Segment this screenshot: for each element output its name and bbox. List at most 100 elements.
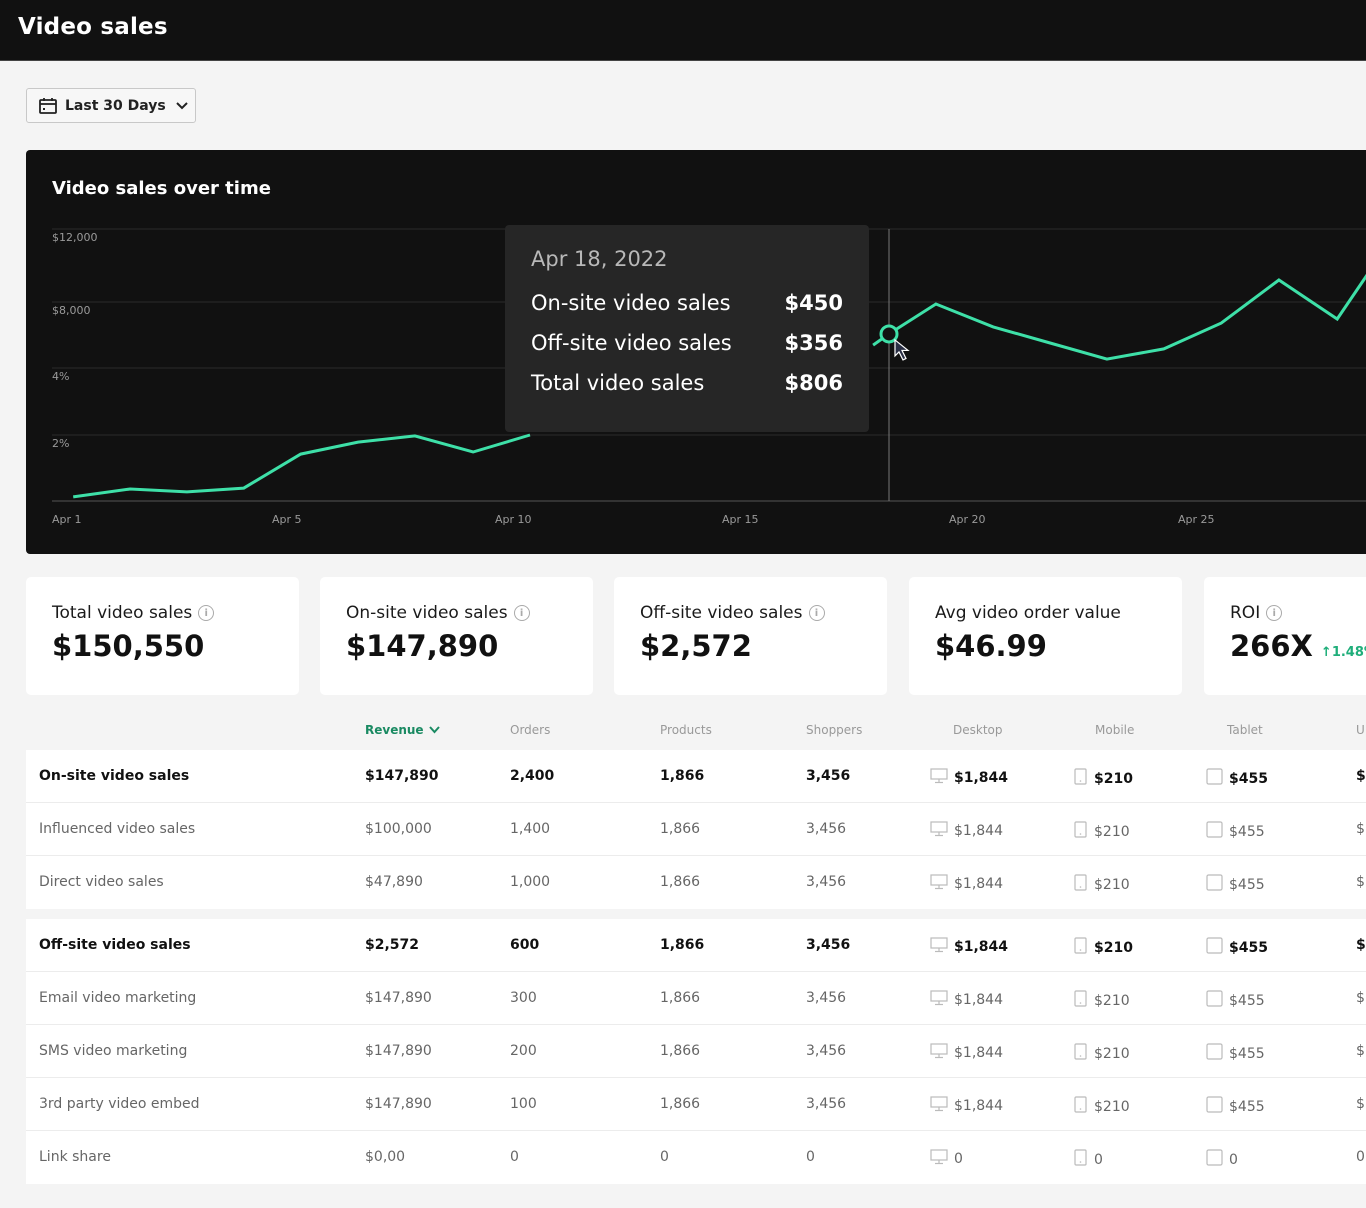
column-header-label: U [1356, 723, 1365, 737]
cell-desktop: $1,844 [930, 821, 1003, 841]
column-header-label: Mobile [1095, 723, 1135, 737]
tooltip-label: Total video sales [531, 371, 705, 395]
cell-desktop: $1,844 [930, 937, 1008, 957]
table-row[interactable]: SMS video marketing $147,890 200 1,866 3,456… [26, 1025, 1366, 1078]
row-name: 3rd party video embed [39, 1096, 200, 1112]
cell-value: $1 [1356, 1096, 1366, 1112]
desktop-icon [930, 821, 948, 841]
cell-tablet: $455 [1206, 1096, 1265, 1117]
table-group: On-site video sales $147,890 2,400 1,866 3,4… [26, 750, 1366, 909]
cell-mobile: 0 [1074, 1149, 1103, 1170]
cell-mobile: $210 [1074, 1096, 1130, 1117]
date-range-label: Last 30 Days [65, 97, 166, 114]
info-icon[interactable]: i [513, 605, 530, 621]
cell-value: $1 [1356, 768, 1366, 784]
cell-value: $1 [1356, 821, 1366, 837]
cell-value: 3,456 [806, 1096, 847, 1112]
mobile-icon [1074, 937, 1088, 958]
row-name: Direct video sales [39, 874, 164, 890]
cell-value: $455 [1229, 823, 1265, 840]
cell-value: 1,866 [660, 937, 705, 953]
column-header-mobile[interactable]: Mobile [1095, 723, 1134, 737]
column-header-shoppers[interactable]: Shoppers [806, 723, 862, 737]
tooltip-value: $356 [784, 331, 843, 355]
table-row[interactable]: 3rd party video embed $147,890 100 1,866 3,4… [26, 1078, 1366, 1131]
cell-shoppers: 3,456 [806, 1043, 846, 1059]
column-header-revenue[interactable]: Revenue [365, 723, 440, 737]
cell-products: 1,866 [660, 1096, 700, 1112]
cell-value: $210 [1094, 992, 1130, 1009]
x-tick-label: Apr 5 [272, 513, 302, 526]
cell-value: 0 [660, 1149, 669, 1165]
cell-value: 3,456 [806, 768, 851, 784]
cell-u: $1 [1356, 990, 1366, 1006]
table-row[interactable]: Direct video sales $47,890 1,000 1,866 3,456… [26, 856, 1366, 909]
cell-revenue: $147,890 [365, 1043, 432, 1059]
x-tick-label: Apr 10 [495, 513, 532, 526]
cell-value: 3,456 [806, 937, 851, 953]
column-header-u[interactable]: U [1356, 723, 1365, 737]
cell-value: 100 [510, 1096, 537, 1112]
cell-shoppers: 0 [806, 1149, 815, 1165]
page-title: Video sales [18, 14, 168, 40]
kpi-label: Off-site video sales [640, 603, 803, 623]
cell-value: 2,400 [510, 768, 555, 784]
tablet-icon [1206, 1149, 1223, 1170]
cell-tablet: $455 [1206, 874, 1265, 895]
column-header-orders[interactable]: Orders [510, 723, 550, 737]
info-icon[interactable]: i [198, 605, 215, 621]
cell-desktop: 0 [930, 1149, 963, 1169]
cell-value: 200 [510, 1043, 537, 1059]
cell-value: $210 [1094, 939, 1133, 956]
cell-products: 1,866 [660, 990, 700, 1006]
table-row[interactable]: Influenced video sales $100,000 1,400 1,866… [26, 803, 1366, 856]
kpi-label: On-site video sales [346, 603, 508, 623]
cell-shoppers: 3,456 [806, 937, 850, 953]
table-row[interactable]: Link share $0,00 0 0 0 0 0 0 0 [26, 1131, 1366, 1184]
cell-value: $455 [1229, 992, 1265, 1009]
table-row[interactable]: Email video marketing $147,890 300 1,866 3,4… [26, 972, 1366, 1025]
cell-value: $147,890 [365, 1043, 432, 1059]
cell-revenue: $100,000 [365, 821, 432, 837]
table-group: Off-site video sales $2,572 600 1,866 3,456 $… [26, 919, 1366, 1184]
column-header-products[interactable]: Products [660, 723, 712, 737]
cell-orders: 200 [510, 1043, 537, 1059]
cell-value: $1 [1356, 990, 1366, 1006]
cell-value: $1,844 [954, 1045, 1003, 1061]
calendar-icon [39, 97, 57, 114]
table-row[interactable]: On-site video sales $147,890 2,400 1,866 3,4… [26, 750, 1366, 803]
tooltip-label: Off-site video sales [531, 331, 732, 355]
cell-mobile: $210 [1074, 1043, 1130, 1064]
cell-value: $455 [1229, 1098, 1265, 1115]
cell-desktop: $1,844 [930, 768, 1008, 788]
cell-value: $2,572 [365, 937, 420, 953]
date-range-dropdown[interactable]: Last 30 Days [26, 88, 196, 123]
row-name: Email video marketing [39, 990, 197, 1006]
cell-orders: 1,000 [510, 874, 550, 890]
cell-u: $1 [1356, 1096, 1366, 1112]
desktop-icon [930, 874, 948, 894]
table-row[interactable]: Off-site video sales $2,572 600 1,866 3,456 $… [26, 919, 1366, 972]
cell-value: $1,844 [954, 876, 1003, 892]
cell-value: $147,890 [365, 1096, 432, 1112]
cell-orders: 1,400 [510, 821, 550, 837]
table-header: Revenue Orders Products Shoppers Desktop Mobi… [26, 710, 1366, 750]
cell-revenue: $2,572 [365, 937, 419, 953]
info-icon[interactable]: i [1266, 605, 1283, 621]
cell-value: 1,866 [660, 1043, 701, 1059]
cell-value: $1 [1356, 1043, 1366, 1059]
cell-tablet: 0 [1206, 1149, 1238, 1170]
kpi-card-total-video-sales: Total video sales i $150,550 [26, 577, 299, 695]
cell-value: $147,890 [365, 990, 432, 1006]
column-header-desktop[interactable]: Desktop [953, 723, 1003, 737]
mobile-icon [1074, 1149, 1088, 1170]
cell-mobile: $210 [1074, 990, 1130, 1011]
sort-chevron-down-icon[interactable] [428, 726, 440, 734]
tablet-icon [1206, 768, 1223, 789]
cell-u: $1 [1356, 1043, 1366, 1059]
cell-revenue: $47,890 [365, 874, 423, 890]
series-line-segment [72, 433, 531, 499]
column-header-tablet[interactable]: Tablet [1227, 723, 1263, 737]
chart-tooltip: Apr 18, 2022 On-site video sales $450 Of… [505, 225, 869, 432]
info-icon[interactable]: i [808, 605, 825, 621]
